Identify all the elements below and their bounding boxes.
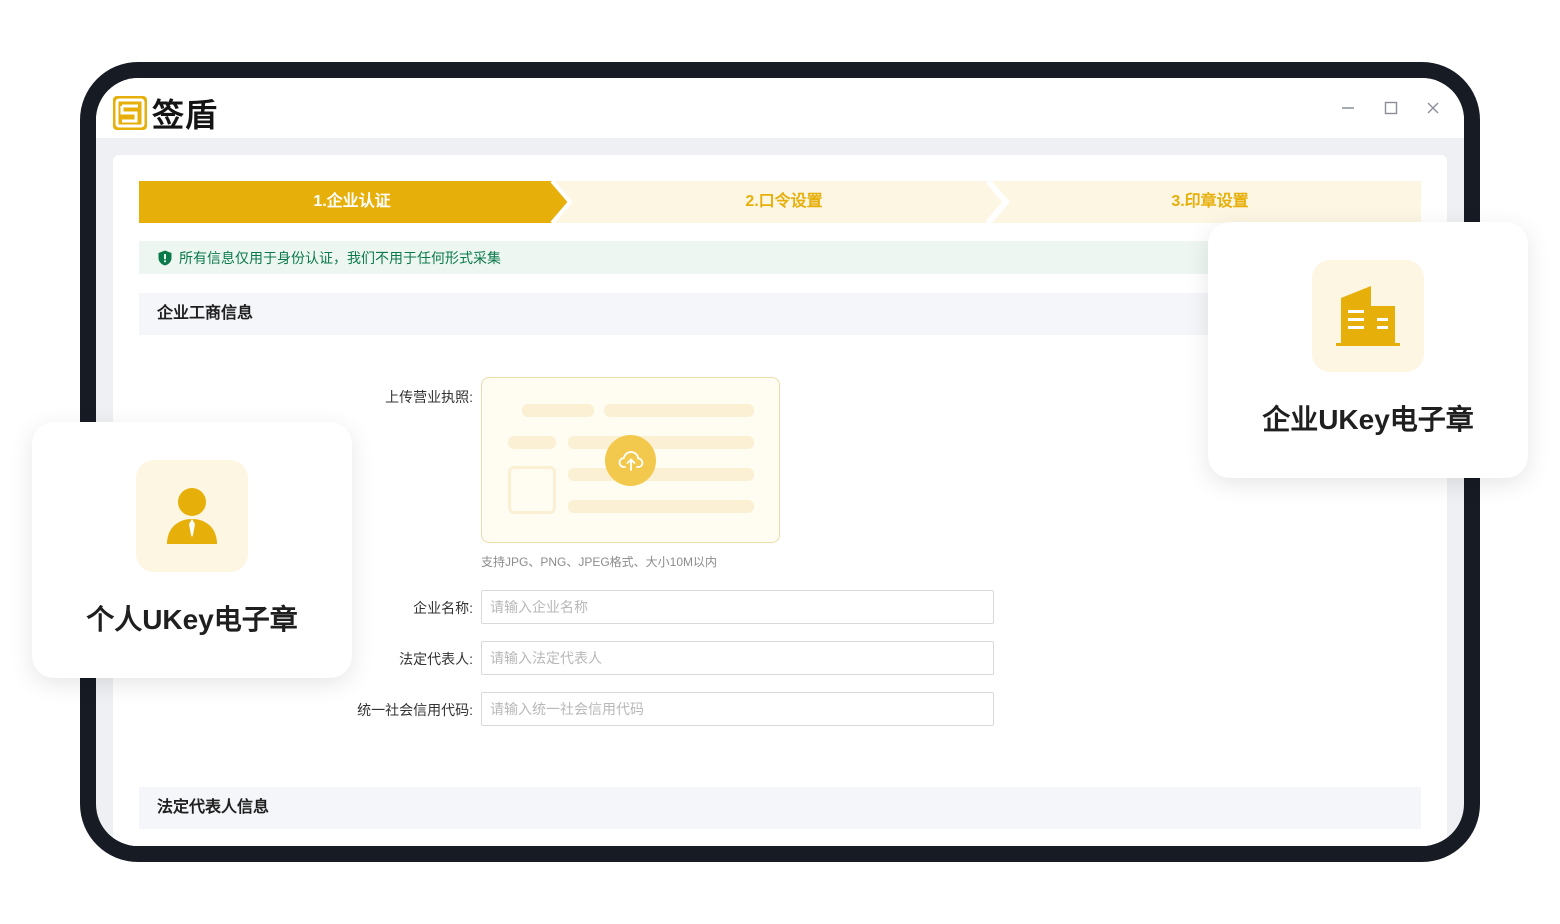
personal-card-title: 个人UKey电子章 [86, 604, 298, 635]
upload-button[interactable] [605, 435, 656, 486]
building-icon [1336, 286, 1400, 346]
title-bar: 签盾 [96, 78, 1464, 138]
enterprise-ukey-card[interactable]: 企业UKey电子章 [1208, 222, 1528, 478]
upload-license-label: 上传营业执照: [385, 389, 473, 405]
placeholder-bar [568, 468, 754, 481]
maximize-button[interactable] [1379, 96, 1403, 120]
step-seal-setup: 3.印章设置 [1171, 193, 1249, 210]
placeholder-bar [604, 404, 754, 417]
credit-code-input[interactable] [481, 692, 994, 726]
app-logo: 签盾 [112, 90, 218, 136]
minimize-button[interactable] [1336, 96, 1360, 120]
step-password-setup: 2.口令设置 [745, 193, 823, 210]
placeholder-bar [508, 436, 556, 449]
credit-code-label: 统一社会信用代码: [357, 702, 473, 718]
personal-ukey-card[interactable]: 个人UKey电子章 [32, 422, 352, 678]
app-name: 签盾 [152, 97, 219, 133]
company-name-input[interactable] [481, 590, 994, 624]
license-upload-area[interactable] [481, 377, 780, 543]
placeholder-bar [568, 436, 754, 449]
placeholder-bar [522, 404, 594, 417]
close-button[interactable] [1421, 96, 1445, 120]
enterprise-card-title: 企业UKey电子章 [1262, 404, 1474, 435]
minimize-icon [1342, 107, 1354, 109]
card-icon-tile [136, 460, 248, 572]
section-header-legal-rep-info: 法定代表人信息 [139, 787, 1421, 829]
close-icon [1427, 102, 1439, 114]
notice-text: 所有信息仅用于身份认证，我们不用于任何形式采集 [179, 249, 501, 266]
maximize-icon [1384, 101, 1398, 115]
placeholder-bar [568, 500, 754, 513]
shield-alert-icon [158, 250, 172, 265]
logo-icon [113, 96, 147, 130]
card-icon-tile [1312, 260, 1424, 372]
person-icon [167, 488, 217, 544]
step-progress: 1.企业认证 2.口令设置 3.印章设置 [139, 181, 1421, 223]
upload-hint: 支持JPG、PNG、JPEG格式、大小10M以内 [481, 555, 718, 569]
step-enterprise-verify: 1.企业认证 [313, 193, 391, 210]
placeholder-photo [508, 466, 556, 514]
legal-rep-input[interactable] [481, 641, 994, 675]
cloud-upload-icon [618, 450, 643, 471]
